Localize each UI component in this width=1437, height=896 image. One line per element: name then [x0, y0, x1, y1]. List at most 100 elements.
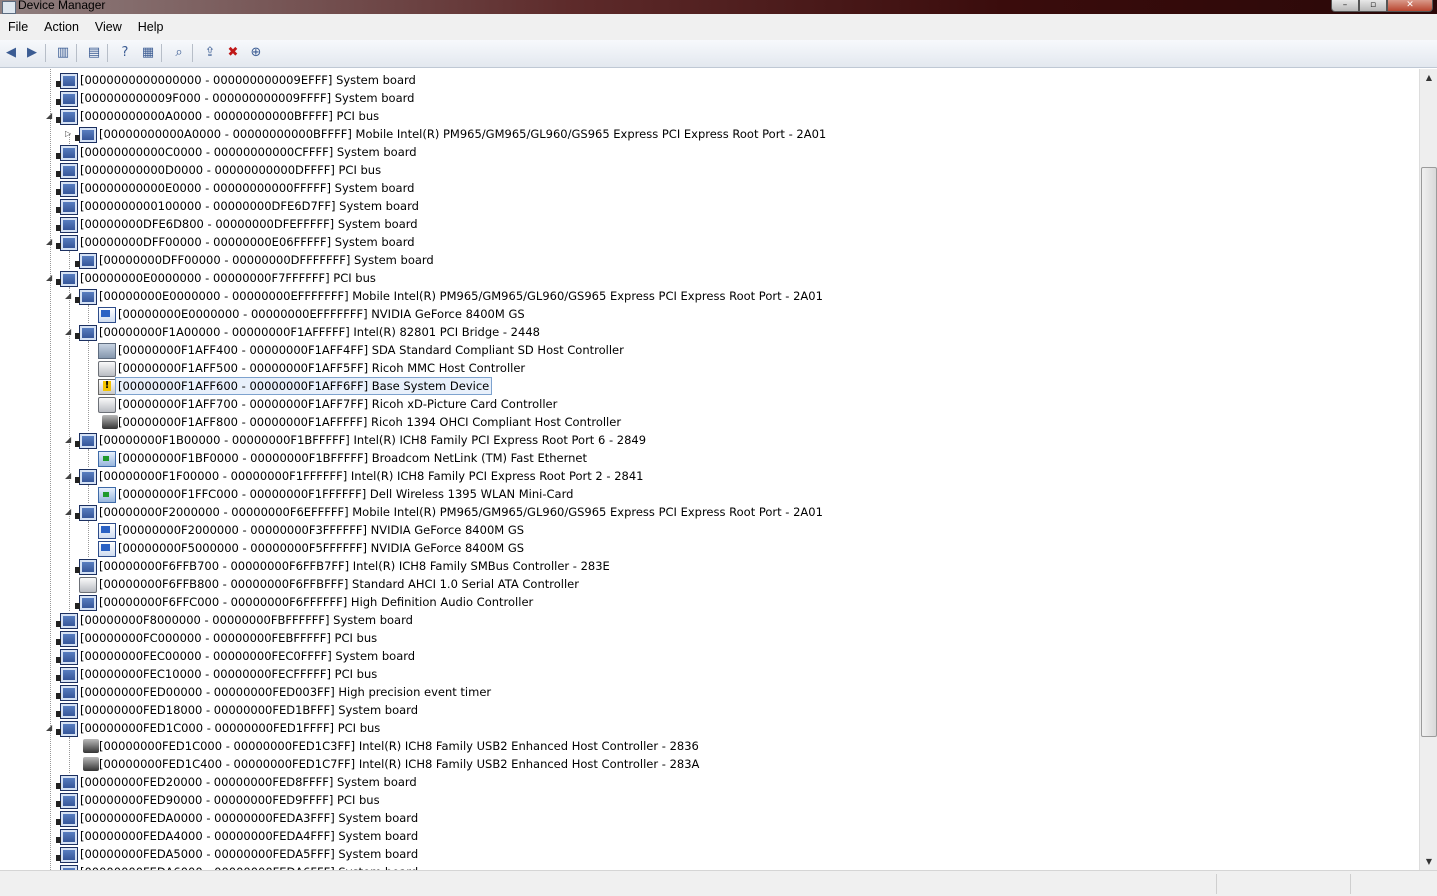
tree-node-label[interactable]: [000000000009F000 - 000000000009FFFF] Sy…: [80, 90, 414, 106]
properties-icon[interactable]: ▤: [85, 44, 103, 62]
tree-node[interactable]: [00000000FEC10000 - 00000000FECFFFFF] PC…: [0, 665, 1419, 683]
tree-node[interactable]: [00000000FED20000 - 00000000FED8FFFF] Sy…: [0, 773, 1419, 791]
tree-node-label[interactable]: [00000000F1A00000 - 00000000F1AFFFFF] In…: [99, 324, 540, 340]
tree-node[interactable]: ◢ [00000000DFF00000 - 00000000E06FFFFF] S…: [0, 233, 1419, 251]
tree-node[interactable]: [00000000DFF00000 - 00000000DFFFFFFF] Sy…: [0, 251, 1419, 269]
tree-node[interactable]: [00000000F5000000 - 00000000F5FFFFFF] NV…: [0, 539, 1419, 557]
tree-node-label[interactable]: [00000000F1F00000 - 00000000F1FFFFFF] In…: [99, 468, 643, 484]
scroll-down-arrow-icon[interactable]: ▼: [1420, 853, 1437, 870]
device-tree[interactable]: [0000000000000000 - 000000000009EFFF] Sy…: [0, 69, 1419, 870]
tree-node-label[interactable]: [0000000000000000 - 000000000009EFFF] Sy…: [80, 72, 416, 88]
collapse-arrow-icon[interactable]: ◢: [65, 327, 73, 336]
tree-node[interactable]: [00000000000E0000 - 00000000000FFFFF] Sy…: [0, 179, 1419, 197]
tree-node[interactable]: [00000000FEC00000 - 00000000FEC0FFFF] Sy…: [0, 647, 1419, 665]
tree-node-label[interactable]: [00000000F8000000 - 00000000FBFFFFFF] Sy…: [80, 612, 413, 628]
tree-node-label[interactable]: [00000000FC000000 - 00000000FEBFFFFF] PC…: [80, 630, 377, 646]
tree-node[interactable]: ◢ [00000000F1A00000 - 00000000F1AFFFFF] I…: [0, 323, 1419, 341]
scroll-up-arrow-icon[interactable]: ▲: [1420, 69, 1437, 86]
tree-node[interactable]: [00000000F1AFF700 - 00000000F1AFF7FF] Ri…: [0, 395, 1419, 413]
tree-node[interactable]: [00000000F8000000 - 00000000FBFFFFFF] Sy…: [0, 611, 1419, 629]
tree-node-label[interactable]: [00000000F6FFB800 - 00000000F6FFBFFF] St…: [99, 576, 579, 592]
scrollbar-thumb[interactable]: [1421, 167, 1437, 737]
minimize-button[interactable]: –: [1331, 0, 1359, 12]
tree-node[interactable]: ◢ [00000000F1B00000 - 00000000F1BFFFFF] I…: [0, 431, 1419, 449]
tree-node-label[interactable]: [00000000000C0000 - 00000000000CFFFF] Sy…: [80, 144, 417, 160]
tree-node[interactable]: [0000000000000000 - 000000000009EFFF] Sy…: [0, 71, 1419, 89]
tree-node-label[interactable]: [00000000E0000000 - 00000000EFFFFFFF] Mo…: [99, 288, 823, 304]
tree-node-label[interactable]: [00000000E0000000 - 00000000F7FFFFFF] PC…: [80, 270, 376, 286]
tree-node-label[interactable]: [00000000F1BF0000 - 00000000F1BFFFFF] Br…: [118, 450, 587, 466]
uninstall-icon[interactable]: ✖: [224, 44, 242, 62]
tree-node[interactable]: [00000000FED1C000 - 00000000FED1C3FF] In…: [0, 737, 1419, 755]
tree-node-label[interactable]: [00000000FEDA0000 - 00000000FEDA3FFF] Sy…: [80, 810, 418, 826]
menu-action[interactable]: Action: [36, 20, 87, 34]
tree-node[interactable]: [00000000F1AFF800 - 00000000F1AFFFFF] Ri…: [0, 413, 1419, 431]
collapse-arrow-icon[interactable]: ◢: [46, 723, 54, 732]
tree-node[interactable]: [00000000F2000000 - 00000000F3FFFFFF] NV…: [0, 521, 1419, 539]
tree-node[interactable]: [00000000F1FFC000 - 00000000F1FFFFFF] De…: [0, 485, 1419, 503]
tree-node[interactable]: [00000000FED00000 - 00000000FED003FF] Hi…: [0, 683, 1419, 701]
menu-view[interactable]: View: [87, 20, 130, 34]
tree-node-label[interactable]: [00000000F1B00000 - 00000000F1BFFFFF] In…: [99, 432, 646, 448]
tree-node[interactable]: [00000000FED1C400 - 00000000FED1C7FF] In…: [0, 755, 1419, 773]
tree-node[interactable]: [00000000FEDA6000 - 00000000FEDA6FFF] Sy…: [0, 863, 1419, 870]
tree-node-label[interactable]: [00000000F1AFF800 - 00000000F1AFFFFF] Ri…: [118, 414, 621, 430]
tree-node-label[interactable]: [00000000FED00000 - 00000000FED003FF] Hi…: [80, 684, 491, 700]
tree-node-label[interactable]: [00000000F1AFF500 - 00000000F1AFF5FF] Ri…: [118, 360, 525, 376]
tree-node[interactable]: [00000000F6FFC000 - 00000000F6FFFFFF] Hi…: [0, 593, 1419, 611]
tree-node[interactable]: [00000000FEDA0000 - 00000000FEDA3FFF] Sy…: [0, 809, 1419, 827]
tree-node-label[interactable]: [00000000DFF00000 - 00000000DFFFFFFF] Sy…: [99, 252, 434, 268]
tree-node-label[interactable]: [00000000F6FFB700 - 00000000F6FFB7FF] In…: [99, 558, 610, 574]
tree-node[interactable]: [00000000000D0000 - 00000000000DFFFF] PC…: [0, 161, 1419, 179]
help-icon[interactable]: ?: [116, 44, 134, 62]
tree-node-label[interactable]: [00000000000D0000 - 00000000000DFFFF] PC…: [80, 162, 381, 178]
menu-help[interactable]: Help: [130, 20, 172, 34]
tree-node[interactable]: ◢ [00000000E0000000 - 00000000F7FFFFFF] P…: [0, 269, 1419, 287]
tree-node-label[interactable]: [00000000F6FFC000 - 00000000F6FFFFFF] Hi…: [99, 594, 533, 610]
tree-node-label[interactable]: [00000000FED1C000 - 00000000FED1FFFF] PC…: [80, 720, 380, 736]
close-button[interactable]: ✕: [1387, 0, 1433, 12]
collapse-arrow-icon[interactable]: ◢: [65, 471, 73, 480]
tree-node[interactable]: [00000000F6FFB800 - 00000000F6FFBFFF] St…: [0, 575, 1419, 593]
tree-node[interactable]: ◢ [00000000F1F00000 - 00000000F1FFFFFF] I…: [0, 467, 1419, 485]
tree-node-label[interactable]: [00000000E0000000 - 00000000EFFFFFFF] NV…: [118, 306, 525, 322]
collapse-arrow-icon[interactable]: ◢: [65, 291, 73, 300]
tree-node-label[interactable]: [00000000FED18000 - 00000000FED1BFFF] Sy…: [80, 702, 418, 718]
tree-node-label[interactable]: [00000000000E0000 - 00000000000FFFFF] Sy…: [80, 180, 414, 196]
tree-node-label[interactable]: [0000000000100000 - 00000000DFE6D7FF] Sy…: [80, 198, 419, 214]
show-hide-console-tree-icon[interactable]: ▥: [54, 44, 72, 62]
tree-node[interactable]: [00000000F1AFF400 - 00000000F1AFF4FF] SD…: [0, 341, 1419, 359]
tree-node[interactable]: [00000000F1AFF600 - 00000000F1AFF6FF] Ba…: [0, 377, 1419, 395]
tree-node[interactable]: [00000000FED90000 - 00000000FED9FFFF] PC…: [0, 791, 1419, 809]
tree-node[interactable]: [00000000FC000000 - 00000000FEBFFFFF] PC…: [0, 629, 1419, 647]
tree-node[interactable]: [00000000F1BF0000 - 00000000F1BFFFFF] Br…: [0, 449, 1419, 467]
tree-node-label[interactable]: [00000000F2000000 - 00000000F6EFFFFF] Mo…: [99, 504, 823, 520]
tree-node-label[interactable]: [00000000FED20000 - 00000000FED8FFFF] Sy…: [80, 774, 417, 790]
tree-node[interactable]: [00000000DFE6D800 - 00000000DFEFFFFF] Sy…: [0, 215, 1419, 233]
tree-node-label[interactable]: [00000000000A0000 - 00000000000BFFFF] Mo…: [99, 126, 826, 142]
tree-node-label[interactable]: [00000000F1FFC000 - 00000000F1FFFFFF] De…: [118, 486, 573, 502]
tree-node-label[interactable]: [00000000FEC10000 - 00000000FECFFFFF] PC…: [80, 666, 377, 682]
tree-node[interactable]: [00000000E0000000 - 00000000EFFFFFFF] NV…: [0, 305, 1419, 323]
expand-arrow-icon[interactable]: ▷: [65, 129, 73, 138]
tree-node[interactable]: [0000000000100000 - 00000000DFE6D7FF] Sy…: [0, 197, 1419, 215]
maximize-button[interactable]: ▫: [1359, 0, 1387, 12]
tree-node[interactable]: [00000000000C0000 - 00000000000CFFFF] Sy…: [0, 143, 1419, 161]
tree-node[interactable]: [00000000FEDA5000 - 00000000FEDA5FFF] Sy…: [0, 845, 1419, 863]
tree-node-label[interactable]: [00000000FEDA5000 - 00000000FEDA5FFF] Sy…: [80, 846, 418, 862]
tree-node[interactable]: ▷ [00000000000A0000 - 00000000000BFFFF] M…: [0, 125, 1419, 143]
action-pane-icon[interactable]: ▦: [139, 44, 157, 62]
collapse-arrow-icon[interactable]: ◢: [46, 111, 54, 120]
tree-node[interactable]: ◢ [00000000E0000000 - 00000000EFFFFFFF] M…: [0, 287, 1419, 305]
tree-node-label[interactable]: [00000000FEC00000 - 00000000FEC0FFFF] Sy…: [80, 648, 415, 664]
tree-node[interactable]: ◢ [00000000000A0000 - 00000000000BFFFF] P…: [0, 107, 1419, 125]
collapse-arrow-icon[interactable]: ◢: [65, 435, 73, 444]
collapse-arrow-icon[interactable]: ◢: [46, 237, 54, 246]
tree-node[interactable]: [00000000F6FFB700 - 00000000F6FFB7FF] In…: [0, 557, 1419, 575]
tree-node[interactable]: ◢ [00000000F2000000 - 00000000F6EFFFFF] M…: [0, 503, 1419, 521]
collapse-arrow-icon[interactable]: ◢: [65, 507, 73, 516]
tree-node[interactable]: ◢ [00000000FED1C000 - 00000000FED1FFFF] P…: [0, 719, 1419, 737]
selected-tree-node-label[interactable]: [00000000F1AFF600 - 00000000F1AFF6FF] Ba…: [115, 377, 493, 395]
update-driver-icon[interactable]: ⇪: [201, 44, 219, 62]
tree-node-label[interactable]: [00000000DFF00000 - 00000000E06FFFFF] Sy…: [80, 234, 415, 250]
